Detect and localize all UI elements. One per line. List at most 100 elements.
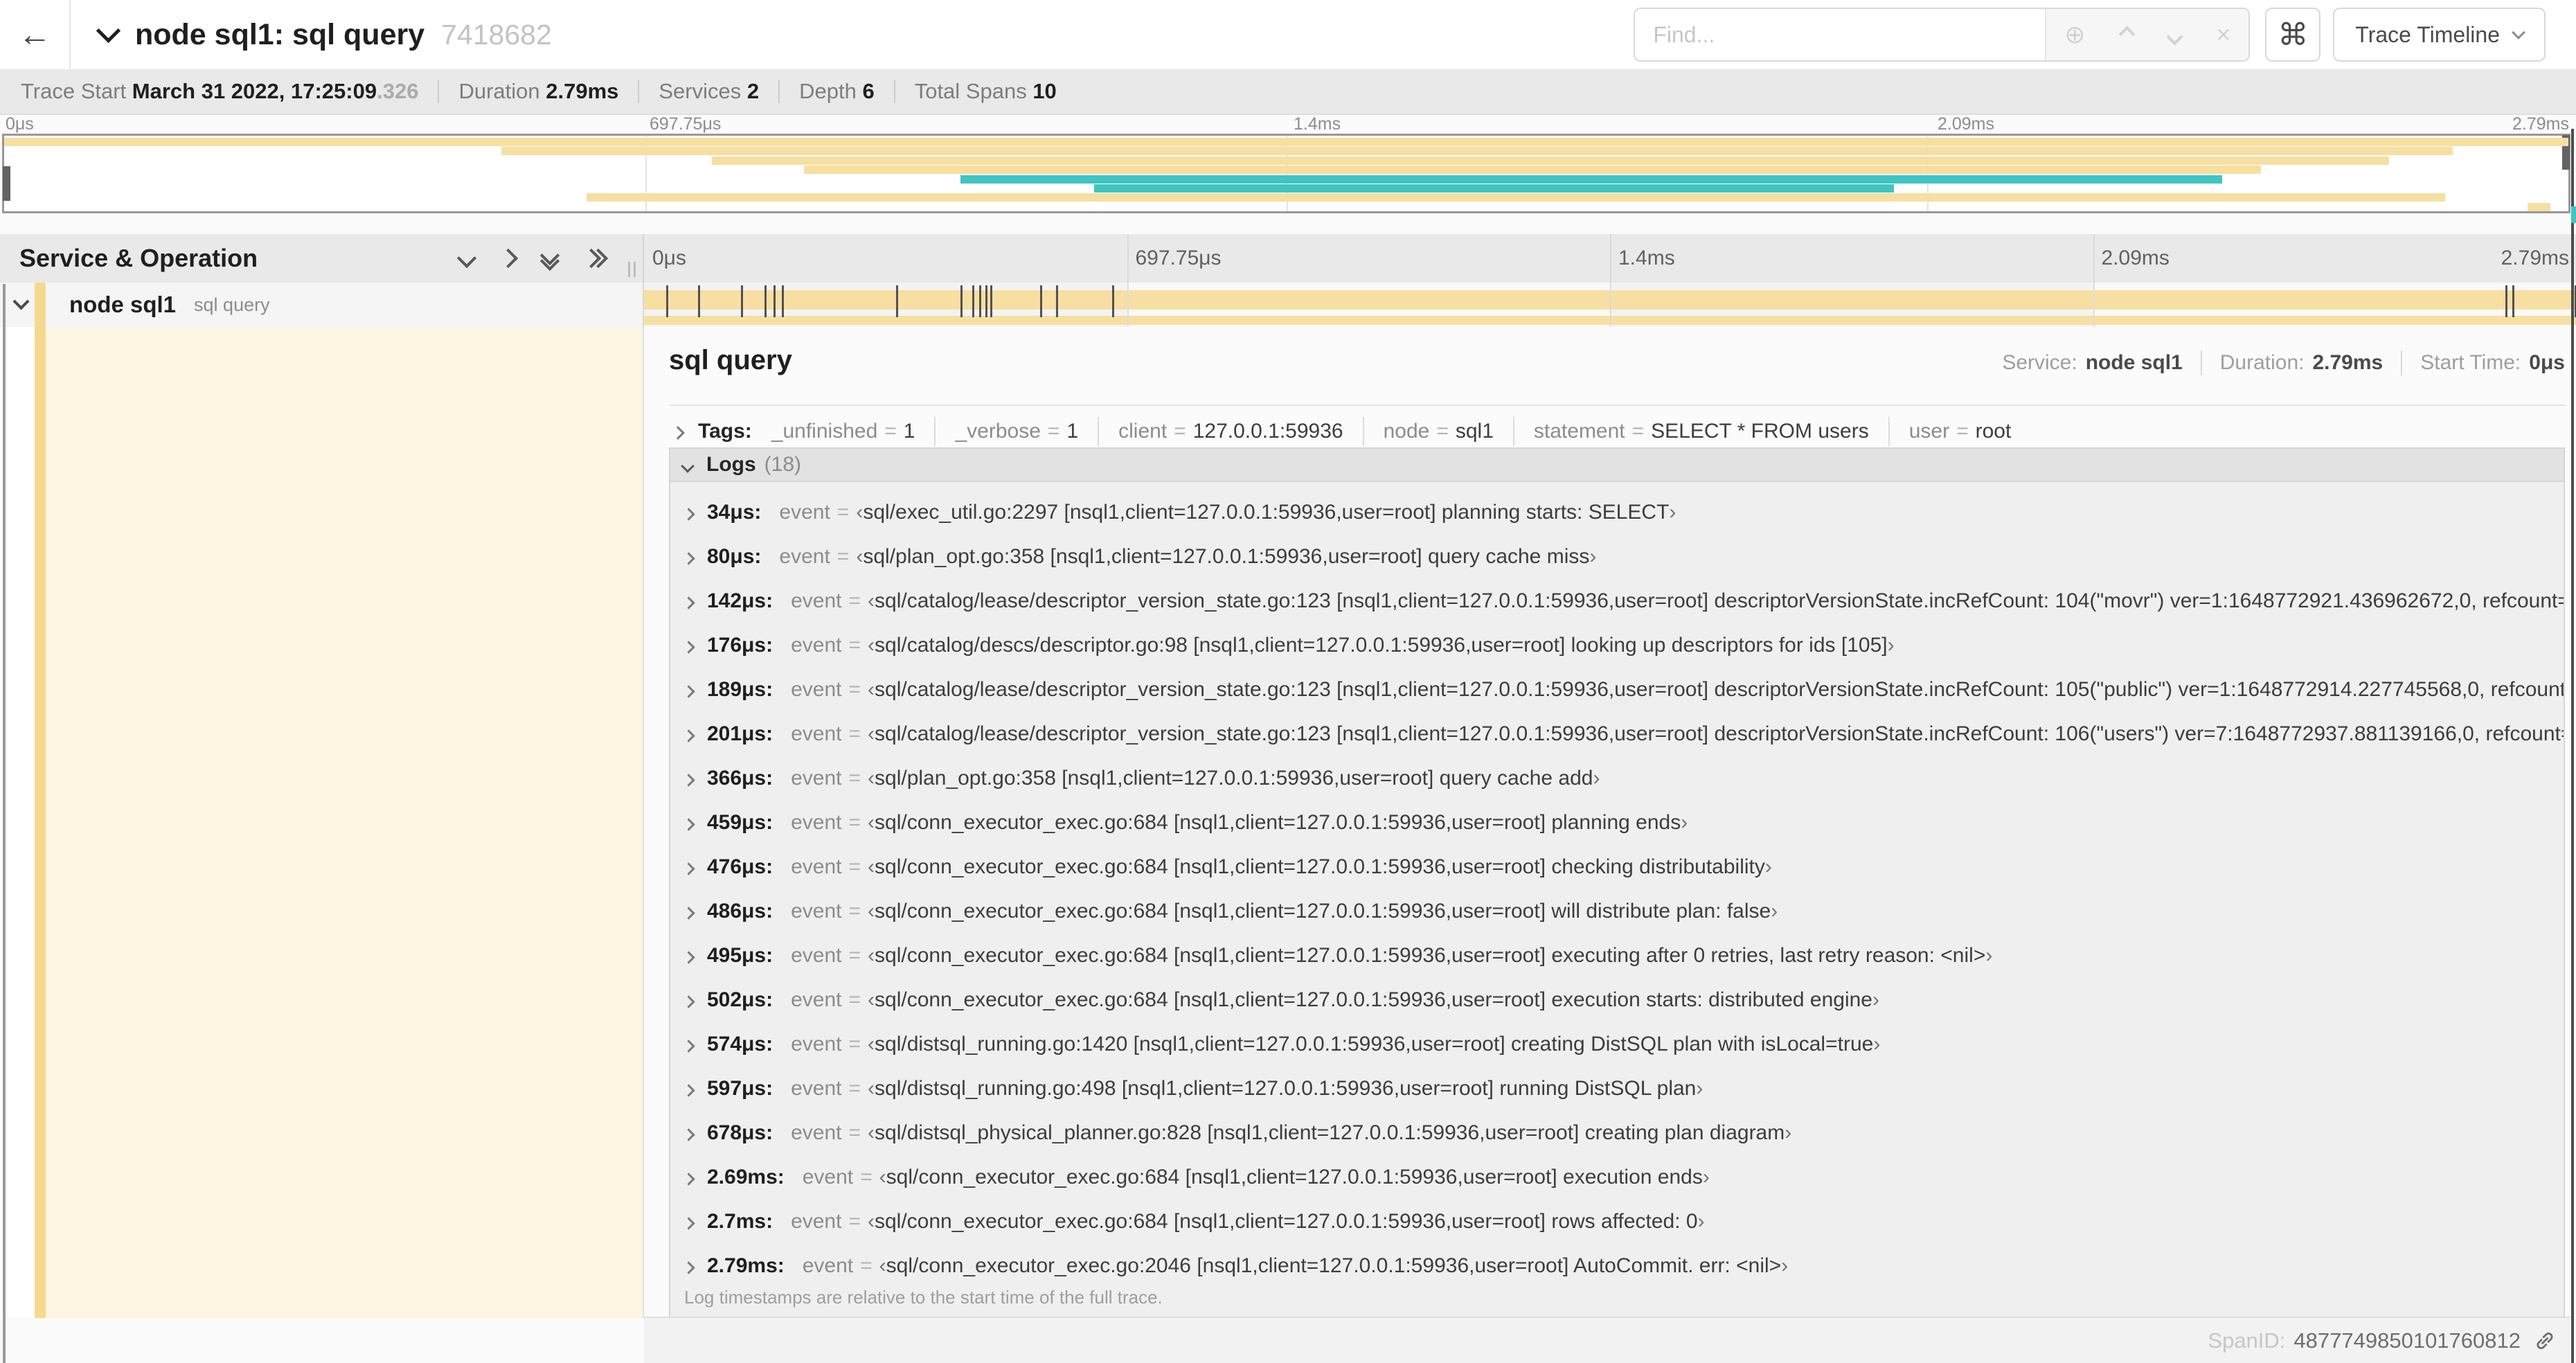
log-row[interactable]: 476μs: event = ‹sql/conn_executor_exec.go:6…: [670, 845, 2564, 889]
log-row[interactable]: 189μs: event = ‹sql/catalog/lease/descripto…: [670, 668, 2564, 712]
open-angle-quote: ‹: [868, 634, 875, 657]
span-operation-name: sql query: [194, 294, 270, 315]
ruler-tick-label: 2.09ms: [1938, 114, 1994, 134]
span-name-cell[interactable]: node sql1 sql query: [0, 283, 644, 327]
span-id-value: 4877749850101760812: [2293, 1328, 2521, 1353]
minimap-span: [4, 138, 2568, 146]
log-timestamp: 366μs:: [707, 767, 773, 790]
tags-expander-icon: [671, 420, 685, 443]
deep-link-icon[interactable]: [2533, 1329, 2557, 1353]
summary-label: Duration:: [2219, 351, 2305, 374]
equals-sign: =: [848, 1033, 861, 1055]
log-row[interactable]: 502μs: event = ‹sql/conn_executor_exec.go:6…: [670, 978, 2564, 1022]
minimap-canvas[interactable]: [2, 134, 2570, 213]
log-expander-icon: [682, 678, 695, 702]
log-row[interactable]: 2.79ms: event = ‹sql/conn_executor_exec.go:…: [670, 1244, 2564, 1288]
log-row[interactable]: 486μs: event = ‹sql/conn_executor_exec.go:6…: [670, 889, 2564, 934]
close-angle-quote: ›: [1873, 1033, 1881, 1055]
logs-section: Logs (18) 34μs: event = ‹sql/exec_util.go:2…: [669, 447, 2565, 1318]
prev-match-button[interactable]: [2118, 25, 2136, 43]
locate-icon[interactable]: ⊕: [2064, 22, 2085, 47]
log-row[interactable]: 80μs: event = ‹sql/plan_opt.go:358 [nsql1,c…: [670, 535, 2564, 579]
column-resize-grip[interactable]: [628, 262, 636, 277]
equals-sign: =: [860, 1254, 873, 1277]
trace-info-value: 2.79ms: [546, 79, 619, 103]
equals-sign: =: [848, 678, 861, 701]
trace-info-item: Services 2: [659, 79, 759, 104]
log-row[interactable]: 2.69ms: event = ‹sql/conn_executor_exec.go:…: [670, 1155, 2564, 1200]
log-row[interactable]: 2.7ms: event = ‹sql/conn_executor_exec.go:6…: [670, 1200, 2564, 1244]
log-row[interactable]: 597μs: event = ‹sql/distsql_running.go:498 …: [670, 1067, 2564, 1111]
expand-one-icon[interactable]: [498, 248, 519, 269]
log-marker-tick: [665, 285, 668, 317]
trace-info-item: Duration 2.79ms: [458, 79, 618, 104]
span-color-strip: [35, 283, 46, 327]
log-timestamp: 495μs:: [707, 944, 773, 967]
service-operation-title: Service & Operation: [19, 244, 258, 272]
log-marker-tick: [782, 285, 784, 317]
divider: [1512, 417, 1514, 446]
span-detail-row: sql query Service: node sql1 Duration: 2.79…: [0, 327, 2576, 1318]
collapse-one-icon[interactable]: [456, 248, 477, 269]
find-actions: ⊕ ×: [2045, 9, 2249, 60]
summary-value: 2.79ms: [2312, 351, 2383, 374]
log-expander-icon: [682, 1121, 695, 1145]
tag-item: client = 127.0.0.1:59936: [1118, 420, 1343, 443]
summary-item: Start Time: 0μs: [2420, 351, 2565, 375]
back-button[interactable]: ←: [0, 0, 71, 69]
log-row[interactable]: 678μs: event = ‹sql/distsql_physical_planne…: [670, 1111, 2564, 1155]
span-color-strip: [35, 327, 46, 1318]
grid-line: [2093, 234, 2095, 283]
minimap-span: [501, 147, 2453, 156]
log-value-text: sql/distsql_running.go:498 [nsql1,client…: [875, 1077, 1697, 1100]
log-expander-icon: [682, 1254, 695, 1278]
span-detail-highlight: [46, 327, 643, 1318]
log-key: event: [791, 855, 842, 878]
open-angle-quote: ‹: [868, 988, 875, 1011]
open-angle-quote: ‹: [868, 589, 875, 612]
equals-sign: =: [1174, 420, 1186, 443]
log-expander-icon: [682, 900, 695, 923]
trace-title-collapse-toggle[interactable]: [96, 18, 121, 44]
log-row[interactable]: 459μs: event = ‹sql/conn_executor_exec.go:6…: [670, 801, 2564, 845]
logs-header[interactable]: Logs (18): [670, 449, 2564, 482]
open-angle-quote: ‹: [868, 944, 875, 967]
clear-search-button[interactable]: ×: [2216, 22, 2230, 47]
right-scroll-edge[interactable]: [2571, 129, 2574, 1363]
log-row[interactable]: 366μs: event = ‹sql/plan_opt.go:358 [nsql1,…: [670, 756, 2564, 801]
log-value: ‹sql/conn_executor_exec.go:684 [nsql1,cl…: [868, 900, 1778, 923]
next-match-button[interactable]: [2166, 27, 2183, 46]
span-bar-cell[interactable]: [644, 283, 2576, 327]
log-expander-icon: [682, 855, 695, 879]
ruler-tick-label: 1.4ms: [1294, 114, 1341, 134]
log-row[interactable]: 34μs: event = ‹sql/exec_util.go:2297 [nsql1…: [670, 490, 2564, 535]
log-key: event: [802, 1254, 854, 1277]
ruler-tick-label: 2.09ms: [2101, 247, 2170, 269]
equals-sign: =: [848, 988, 861, 1011]
log-row[interactable]: 201μs: event = ‹sql/catalog/lease/descripto…: [670, 712, 2564, 756]
expand-all-icon[interactable]: [581, 248, 609, 269]
collapse-all-icon[interactable]: [539, 245, 560, 271]
keyboard-shortcuts-button[interactable]: ⌘: [2265, 8, 2321, 62]
span-expander[interactable]: [12, 293, 30, 311]
log-value: ‹sql/distsql_physical_planner.go:828 [ns…: [868, 1121, 1791, 1145]
view-dropdown-button[interactable]: Trace Timeline: [2333, 8, 2546, 62]
chevron-down-icon: [96, 18, 121, 44]
summary-item: Service: node sql1: [2002, 351, 2182, 375]
span-row[interactable]: node sql1 sql query: [0, 283, 2576, 327]
find-input[interactable]: [1635, 9, 2046, 60]
log-value-text: sql/catalog/descs/descriptor.go:98 [nsql…: [875, 634, 1888, 657]
log-row[interactable]: 495μs: event = ‹sql/conn_executor_exec.go:6…: [670, 934, 2564, 978]
log-row[interactable]: 176μs: event = ‹sql/catalog/descs/descripto…: [670, 623, 2564, 668]
log-value-text: sql/catalog/lease/descriptor_version_sta…: [875, 722, 2564, 745]
tags-row[interactable]: Tags: _unfinished = 1 _verbose = 1 client = 127.0…: [669, 416, 2565, 447]
divider: [778, 80, 780, 103]
log-row[interactable]: 574μs: event = ‹sql/distsql_running.go:1420…: [670, 1022, 2564, 1067]
minimap-left-handle[interactable]: [3, 166, 10, 201]
log-row[interactable]: 142μs: event = ‹sql/catalog/lease/descripto…: [670, 579, 2564, 623]
tag-item: user = root: [1909, 420, 2012, 443]
equals-sign: =: [848, 1121, 861, 1144]
collapse-controls: [456, 234, 609, 283]
logs-list: 34μs: event = ‹sql/exec_util.go:2297 [nsql1…: [670, 482, 2564, 1288]
logs-footnote: Log timestamps are relative to the start…: [684, 1287, 1163, 1308]
